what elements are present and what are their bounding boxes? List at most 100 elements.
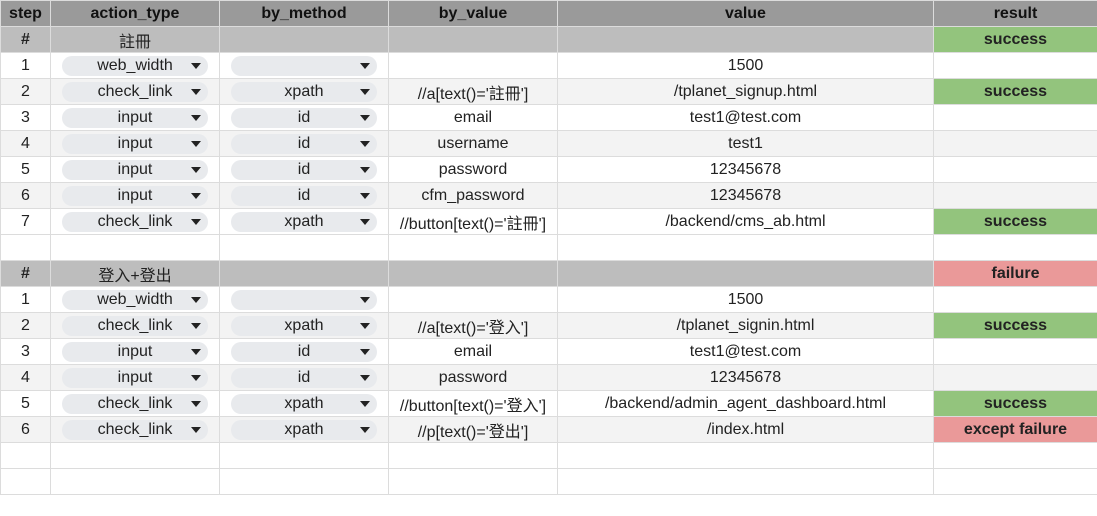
- chevron-down-icon[interactable]: [360, 400, 370, 407]
- step-number[interactable]: 4: [0, 130, 51, 157]
- col-action-type-header[interactable]: action_type: [50, 0, 220, 27]
- chevron-down-icon[interactable]: [360, 192, 370, 199]
- by-value-cell[interactable]: //button[text()='登入']: [388, 390, 558, 417]
- value-cell[interactable]: test1@test.com: [557, 338, 934, 365]
- empty-cell[interactable]: [557, 26, 934, 53]
- action-type-cell[interactable]: input: [50, 156, 220, 183]
- chevron-down-icon[interactable]: [360, 296, 370, 303]
- by-method-dropdown[interactable]: id: [231, 367, 377, 388]
- section-result-badge[interactable]: failure: [933, 260, 1097, 287]
- by-value-cell[interactable]: [388, 52, 558, 79]
- by-method-cell[interactable]: xpath: [219, 208, 389, 235]
- by-method-dropdown[interactable]: id: [231, 107, 377, 128]
- action-type-cell[interactable]: input: [50, 364, 220, 391]
- action-type-cell[interactable]: check_link: [50, 416, 220, 443]
- by-value-cell[interactable]: //button[text()='註冊']: [388, 208, 558, 235]
- action-type-dropdown[interactable]: check_link: [62, 315, 208, 336]
- value-cell[interactable]: test1: [557, 130, 934, 157]
- chevron-down-icon[interactable]: [360, 140, 370, 147]
- chevron-down-icon[interactable]: [191, 88, 201, 95]
- by-method-dropdown[interactable]: [231, 55, 377, 76]
- action-type-cell[interactable]: check_link: [50, 390, 220, 417]
- result-cell[interactable]: [933, 286, 1097, 313]
- action-type-cell[interactable]: input: [50, 104, 220, 131]
- step-number[interactable]: 4: [0, 364, 51, 391]
- chevron-down-icon[interactable]: [191, 192, 201, 199]
- action-type-dropdown[interactable]: check_link: [62, 81, 208, 102]
- empty-cell[interactable]: [219, 260, 389, 287]
- action-type-dropdown[interactable]: input: [62, 185, 208, 206]
- chevron-down-icon[interactable]: [191, 374, 201, 381]
- by-value-cell[interactable]: cfm_password: [388, 182, 558, 209]
- by-value-cell[interactable]: //p[text()='登出']: [388, 416, 558, 443]
- action-type-dropdown[interactable]: input: [62, 133, 208, 154]
- result-cell[interactable]: success: [933, 312, 1097, 339]
- step-number[interactable]: 1: [0, 52, 51, 79]
- by-method-cell[interactable]: id: [219, 364, 389, 391]
- section-marker[interactable]: #: [0, 26, 51, 53]
- by-value-cell[interactable]: //a[text()='登入']: [388, 312, 558, 339]
- empty-cell[interactable]: [557, 468, 934, 495]
- value-cell[interactable]: 12345678: [557, 156, 934, 183]
- result-cell[interactable]: [933, 338, 1097, 365]
- col-value-header[interactable]: value: [557, 0, 934, 27]
- chevron-down-icon[interactable]: [360, 426, 370, 433]
- step-number[interactable]: 3: [0, 338, 51, 365]
- result-cell[interactable]: success: [933, 390, 1097, 417]
- by-method-cell[interactable]: id: [219, 104, 389, 131]
- action-type-cell[interactable]: check_link: [50, 312, 220, 339]
- result-cell[interactable]: [933, 104, 1097, 131]
- section-name[interactable]: 登入+登出: [50, 260, 220, 287]
- by-method-dropdown[interactable]: xpath: [231, 419, 377, 440]
- by-method-cell[interactable]: [219, 286, 389, 313]
- value-cell[interactable]: /tplanet_signup.html: [557, 78, 934, 105]
- section-name[interactable]: 註冊: [50, 26, 220, 53]
- by-method-cell[interactable]: [219, 52, 389, 79]
- value-cell[interactable]: 1500: [557, 286, 934, 313]
- by-value-cell[interactable]: username: [388, 130, 558, 157]
- chevron-down-icon[interactable]: [360, 374, 370, 381]
- by-method-dropdown[interactable]: xpath: [231, 211, 377, 232]
- by-method-dropdown[interactable]: id: [231, 185, 377, 206]
- result-cell[interactable]: [933, 52, 1097, 79]
- action-type-dropdown[interactable]: web_width: [62, 55, 208, 76]
- by-method-cell[interactable]: xpath: [219, 390, 389, 417]
- result-cell[interactable]: success: [933, 78, 1097, 105]
- step-number[interactable]: 5: [0, 390, 51, 417]
- empty-cell[interactable]: [933, 468, 1097, 495]
- by-method-cell[interactable]: id: [219, 182, 389, 209]
- empty-cell[interactable]: [557, 234, 934, 261]
- action-type-dropdown[interactable]: input: [62, 367, 208, 388]
- action-type-dropdown[interactable]: web_width: [62, 289, 208, 310]
- empty-cell[interactable]: [0, 442, 51, 469]
- empty-cell[interactable]: [557, 442, 934, 469]
- action-type-cell[interactable]: web_width: [50, 52, 220, 79]
- action-type-dropdown[interactable]: input: [62, 159, 208, 180]
- by-method-dropdown[interactable]: xpath: [231, 81, 377, 102]
- empty-cell[interactable]: [219, 442, 389, 469]
- by-value-cell[interactable]: email: [388, 338, 558, 365]
- action-type-dropdown[interactable]: check_link: [62, 393, 208, 414]
- chevron-down-icon[interactable]: [191, 348, 201, 355]
- value-cell[interactable]: /backend/admin_agent_dashboard.html: [557, 390, 934, 417]
- chevron-down-icon[interactable]: [191, 426, 201, 433]
- empty-cell[interactable]: [388, 442, 558, 469]
- value-cell[interactable]: 1500: [557, 52, 934, 79]
- chevron-down-icon[interactable]: [191, 400, 201, 407]
- step-number[interactable]: 6: [0, 182, 51, 209]
- empty-cell[interactable]: [388, 234, 558, 261]
- chevron-down-icon[interactable]: [360, 322, 370, 329]
- empty-cell[interactable]: [933, 442, 1097, 469]
- action-type-dropdown[interactable]: input: [62, 107, 208, 128]
- by-method-cell[interactable]: id: [219, 338, 389, 365]
- step-number[interactable]: 5: [0, 156, 51, 183]
- empty-cell[interactable]: [219, 26, 389, 53]
- by-method-dropdown[interactable]: xpath: [231, 315, 377, 336]
- chevron-down-icon[interactable]: [191, 322, 201, 329]
- action-type-dropdown[interactable]: input: [62, 341, 208, 362]
- result-cell[interactable]: [933, 364, 1097, 391]
- action-type-cell[interactable]: check_link: [50, 78, 220, 105]
- empty-cell[interactable]: [50, 442, 220, 469]
- result-cell[interactable]: [933, 156, 1097, 183]
- col-step-header[interactable]: step: [0, 0, 51, 27]
